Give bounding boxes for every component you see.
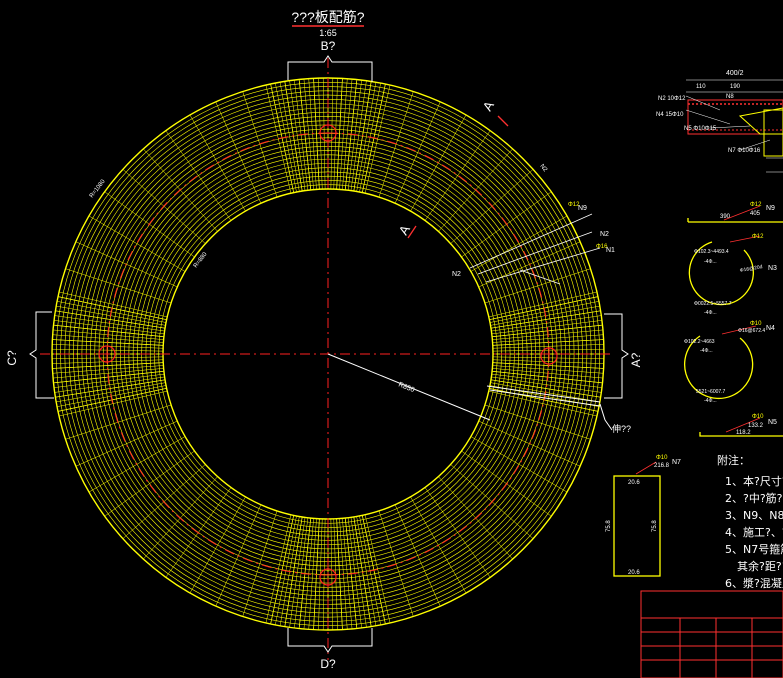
circle1-outer: Φ0022.5~5557.7 xyxy=(694,301,732,307)
note-item-4: 4、施工?、?筋 xyxy=(725,526,783,539)
n5-name: N5 xyxy=(768,419,777,426)
note-item-2: 2、?中?筋? xyxy=(725,492,783,505)
circle1-n: N3 xyxy=(768,265,777,272)
n7-left: 75.8 xyxy=(606,520,612,532)
n9-len: 405 xyxy=(750,211,761,217)
section-label-n4: N4 15Φ10 xyxy=(656,112,684,118)
n7-top: 20.6 xyxy=(628,480,640,486)
title-block xyxy=(640,590,783,678)
section-mark-top: A xyxy=(480,98,497,113)
circle2-outer: 5521~6007.7 xyxy=(696,389,726,395)
note-item-1: 1、本?尺寸?位 xyxy=(725,475,783,488)
n7-bottom: 20.6 xyxy=(628,570,640,576)
cad-drawing-canvas: R850 伸?? A A Φ12 N9 N2 Φ16 N1 N2 N2 R=10… xyxy=(5,9,783,678)
joint-label: 伸?? xyxy=(612,423,631,434)
section-label-n8: N8 xyxy=(726,94,734,100)
circle1-lbl-2: -4Φ... xyxy=(704,310,717,316)
inner-radius-label: R=880 xyxy=(193,251,209,269)
bar-shape-n7: Φ10 216.8 N7 20.6 20.6 75.8 75.8 xyxy=(606,455,681,577)
drawing-scale: 1:65 xyxy=(319,28,337,38)
n5-dia: Φ10 xyxy=(752,414,764,420)
callout-n9: N9 xyxy=(578,205,587,212)
note-item-3: 3、N9、N8号 xyxy=(725,509,783,522)
view-label-left: C? xyxy=(5,350,19,366)
section-detail: 400/2 110 190 N2 10Φ12 N4 15Φ10 N5 Φ10Φ1… xyxy=(656,70,783,173)
n5-dim: 118.2 xyxy=(736,430,751,436)
n7-len: 216.8 xyxy=(654,463,670,469)
section-top-dim: 400/2 xyxy=(726,70,744,77)
outer-radius-label: R=1080 xyxy=(89,178,107,199)
circle1-spacing: Φ16@20d xyxy=(739,264,763,274)
callout-n1: N1 xyxy=(606,247,615,254)
bar-shape-circle-1: Φ12 Φ16@20d Φ102.3~4493.4 -4Φ... Φ0022.5… xyxy=(688,234,777,316)
section-dim-mid: 190 xyxy=(730,84,741,90)
n5-len: 133.2 xyxy=(748,423,764,429)
circle2-spacing: Φ16@672.4 xyxy=(738,328,765,334)
bar-shape-n9: 390 Φ12 405 N9 xyxy=(687,202,783,223)
note-item-6: 6、漿?混凝土截 xyxy=(725,577,783,590)
section-label-n2: N2 10Φ12 xyxy=(658,96,686,102)
bar-shape-n5: Φ10 133.2 N5 118.2 xyxy=(699,414,783,437)
circle2-lbl: -4Φ... xyxy=(700,348,713,354)
circle1-dia: Φ12 xyxy=(752,234,764,240)
drawing-title: ???板配筋? xyxy=(291,9,364,25)
note-item-5: 5、N7号箍筋在 xyxy=(725,543,783,556)
circle1-lbl: -4Φ... xyxy=(704,259,717,265)
callout-leaders xyxy=(469,213,601,285)
callout-n2c: N2 xyxy=(538,163,548,173)
view-label-right: A? xyxy=(629,352,643,367)
n9-dim: 390 xyxy=(720,214,731,220)
radius-label: R850 xyxy=(397,381,415,394)
section-label-n7: N7 Φ10Φ16 xyxy=(728,148,761,154)
circle2-inner: Φ102.2~4663 xyxy=(684,339,715,345)
callout-n2b: N2 xyxy=(452,271,461,278)
view-label-top: B? xyxy=(321,39,336,53)
n7-dia: Φ10 xyxy=(656,455,668,461)
n9-dia: Φ12 xyxy=(750,202,762,208)
section-label-n5: N5 Φ10Φ15 xyxy=(684,126,717,132)
n9-name: N9 xyxy=(766,205,775,212)
note-item-5b: 其余?距?15 xyxy=(737,560,783,573)
circle2-lbl-2: -4Φ... xyxy=(704,398,717,404)
section-dim-left: 110 xyxy=(696,84,706,90)
view-label-bottom: D? xyxy=(320,657,336,671)
circle2-n: N4 xyxy=(766,325,775,332)
n7-right: 75.8 xyxy=(652,520,658,532)
notes-block: 附注： 1、本?尺寸?位 2、?中?筋? 3、N9、N8号 4、施工?、?筋 5… xyxy=(713,452,783,592)
circle1-inner: Φ102.3~4493.4 xyxy=(694,249,729,255)
n7-name: N7 xyxy=(672,459,681,466)
bar-shape-circle-2: Φ10 Φ16@672.4 N4 Φ102.2~4663 -4Φ... 5521… xyxy=(683,321,775,404)
notes-heading: 附注： xyxy=(717,454,750,467)
callout-n2a: N2 xyxy=(600,231,609,238)
circle2-dia: Φ10 xyxy=(750,321,762,327)
